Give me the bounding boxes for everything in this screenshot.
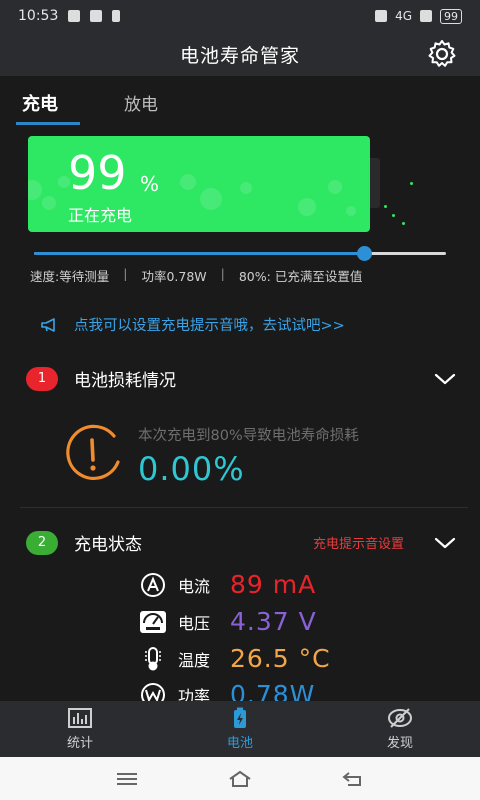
battery-level-card: 99 % 正在充电	[28, 136, 370, 232]
back-icon[interactable]	[340, 769, 366, 789]
tab-charge[interactable]: 充电	[22, 90, 58, 116]
battery-loss-header[interactable]: 1 电池损耗情况	[26, 366, 456, 391]
bubble	[28, 180, 42, 200]
charge-status-header[interactable]: 2 充电状态 充电提示音设置	[26, 530, 456, 555]
slider-thumb[interactable]	[356, 246, 372, 261]
bubble	[240, 182, 252, 194]
sound-tip-link[interactable]: 点我可以设置充电提示音哦，去试试吧>>	[40, 314, 345, 335]
megaphone-icon	[41, 317, 55, 332]
chevron-down-icon[interactable]	[434, 372, 456, 386]
usb-icon	[112, 10, 121, 22]
charging-status: 正在充电	[68, 206, 133, 225]
current-icon	[138, 572, 168, 598]
status-time: 10:53	[18, 8, 59, 24]
bottom-navigation: 统计 电池 发现	[0, 701, 480, 757]
divider	[20, 507, 468, 508]
metric-label: 电压	[178, 613, 211, 633]
spark	[402, 222, 405, 225]
metric-value: 89 mA	[230, 570, 317, 599]
chart-icon	[68, 708, 92, 728]
bubble	[346, 206, 356, 216]
section-number-badge: 1	[26, 366, 58, 391]
section-number-badge: 2	[26, 530, 58, 555]
bubble	[200, 188, 222, 210]
spark	[384, 205, 387, 208]
metric-voltage: 电压 4.37 V	[138, 607, 317, 636]
voltage-meter-icon	[138, 609, 168, 635]
bubble	[298, 198, 316, 216]
battery-cap	[370, 158, 380, 208]
spark	[392, 214, 395, 217]
nav-statistics[interactable]: 统计	[0, 701, 160, 757]
warning-icon	[66, 424, 120, 480]
separator: |	[123, 266, 128, 281]
status-bar: 10:53 4G 99	[0, 0, 480, 32]
menu-icon[interactable]	[114, 769, 140, 789]
bubble	[180, 174, 196, 190]
nav-label: 统计	[66, 736, 93, 751]
discover-icon	[388, 708, 412, 728]
tab-bar: 充电 放电	[0, 76, 480, 128]
limit-text: 80%: 已充满至设置值	[238, 269, 363, 284]
tab-discharge[interactable]: 放电	[124, 90, 158, 115]
bubble	[328, 180, 342, 194]
metric-current: 电流 89 mA	[138, 570, 316, 599]
gear-icon[interactable]	[426, 38, 458, 70]
alarm-icon	[375, 10, 388, 22]
metric-value: 26.5 °C	[230, 644, 331, 673]
battery-status: 99	[440, 8, 462, 24]
home-icon[interactable]	[227, 769, 253, 789]
speed-text: 速度:等待测量	[30, 269, 110, 284]
tip-text: 点我可以设置充电提示音哦，去试试吧>>	[74, 318, 345, 334]
slider-fill	[34, 252, 364, 255]
power-text: 功率0.78W	[141, 269, 207, 284]
notification-icon	[68, 10, 81, 22]
nav-battery[interactable]: 电池	[160, 701, 320, 757]
nav-label: 发现	[386, 736, 413, 751]
nav-discover[interactable]: 发现	[320, 701, 480, 757]
wifi-icon	[420, 10, 432, 22]
app-header: 电池寿命管家	[0, 32, 480, 76]
percent-sign: %	[140, 172, 160, 196]
metric-value: 4.37 V	[230, 607, 317, 636]
separator: |	[220, 266, 225, 281]
thermometer-icon	[138, 646, 168, 672]
spark	[410, 182, 413, 185]
shield-icon	[90, 10, 103, 22]
section-title: 充电状态	[74, 535, 142, 555]
metric-label: 电流	[178, 576, 211, 596]
nav-label: 电池	[226, 736, 253, 751]
charge-info-row: 速度:等待测量 | 功率0.78W | 80%: 已充满至设置值	[30, 266, 460, 285]
chevron-down-icon[interactable]	[434, 536, 456, 550]
tab-indicator	[16, 122, 80, 125]
metric-label: 温度	[178, 650, 211, 670]
sound-settings-link[interactable]: 充电提示音设置	[313, 533, 404, 552]
section-title: 电池损耗情况	[74, 371, 176, 391]
loss-value: 0.00%	[138, 450, 245, 488]
system-navigation-bar	[0, 757, 480, 800]
network-type: 4G	[395, 9, 412, 23]
loss-description: 本次充电到80%导致电池寿命损耗	[138, 428, 359, 444]
metric-temperature: 温度 26.5 °C	[138, 644, 331, 673]
page-title: 电池寿命管家	[179, 44, 300, 67]
bubble	[42, 196, 56, 210]
battery-percent: 99	[68, 146, 127, 200]
battery-icon	[234, 707, 246, 728]
